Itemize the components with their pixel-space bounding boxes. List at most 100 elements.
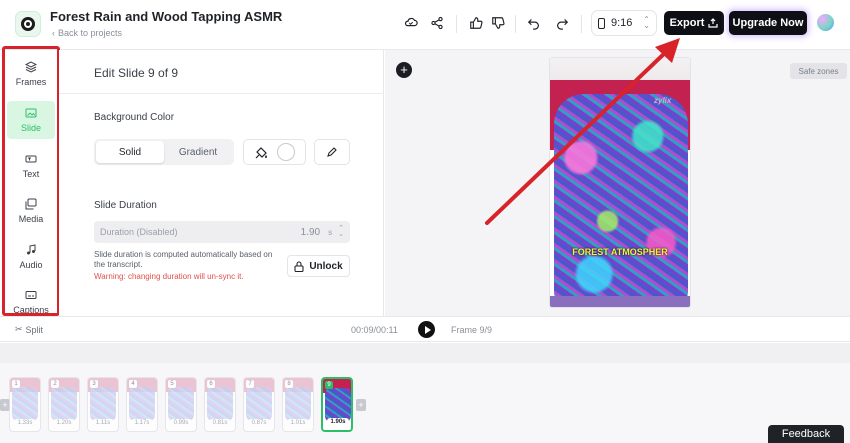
thumb-number: 5 (168, 380, 176, 388)
duration-input[interactable]: Duration (Disabled) 1.90 s ⌃ ⌄ (94, 221, 350, 243)
back-to-projects-link[interactable]: ‹ Back to projects (52, 28, 122, 38)
eyedropper-button[interactable] (314, 139, 350, 165)
color-swatch (276, 143, 295, 161)
thumb-number: 6 (207, 380, 215, 388)
play-button[interactable] (418, 321, 435, 338)
background-color-label: Background Color (94, 112, 175, 123)
add-slide-after-button[interactable]: + (356, 399, 366, 411)
share-icon[interactable] (428, 14, 446, 32)
thumb-duration: 1.33s (14, 419, 36, 428)
safe-zones-toggle[interactable]: Safe zones (790, 63, 847, 79)
thumbs-down-icon[interactable] (489, 14, 507, 32)
export-label: Export (669, 17, 705, 29)
thumbs-up-icon[interactable] (467, 14, 485, 32)
top-header: Forest Rain and Wood Tapping ASMR ‹ Back… (0, 0, 850, 50)
timeline-thumb-active[interactable]: 9 1.90s (321, 377, 353, 432)
rail-item-label: Slide (20, 123, 41, 133)
undo-icon[interactable] (525, 14, 543, 32)
thumb-number: 7 (246, 380, 254, 388)
thumb-number: 3 (90, 380, 98, 388)
app-logo[interactable] (15, 11, 41, 37)
timeline-thumb[interactable]: 7 0.87s (243, 377, 275, 432)
unlock-button[interactable]: Unlock (287, 255, 350, 277)
back-link-label: Back to projects (58, 28, 123, 38)
thumb-duration: 1.11s (92, 419, 114, 428)
unlock-label: Unlock (309, 260, 343, 272)
user-avatar[interactable] (817, 14, 834, 31)
thumb-duration: 1.17s (131, 419, 153, 428)
chevron-left-icon: ‹ (52, 28, 55, 38)
edit-slide-panel: Edit Slide 9 of 9 Background Color Solid… (59, 50, 384, 316)
playback-time: 00:09/00:11 (351, 325, 398, 335)
eyedropper-icon (327, 147, 337, 157)
rail-item-label: Text (22, 169, 40, 179)
slide-canvas: + Safe zones zylix FOREST ATMOSPHER (385, 50, 850, 316)
split-button[interactable]: ✂ Split (15, 324, 43, 335)
thumb-number: 9 (325, 381, 333, 389)
rail-item-frames[interactable]: Frames (7, 55, 55, 93)
timeline-thumb[interactable]: 2 1.20s (48, 377, 80, 432)
panel-header: Edit Slide 9 of 9 (59, 50, 384, 94)
timeline-thumb[interactable]: 1 1.33s (9, 377, 41, 432)
rail-item-media[interactable]: Media (7, 192, 55, 230)
thumb-duration: 0.81s (209, 419, 231, 428)
thumb-duration: 0.99s (170, 419, 192, 428)
feedback-button[interactable]: Feedback (768, 425, 844, 443)
chevron-updown-icon: ⌃ ⌄ (643, 15, 650, 30)
timeline-thumb[interactable]: 4 1.17s (126, 377, 158, 432)
rail-item-label: Captions (13, 305, 49, 315)
aspect-ratio-select[interactable]: 9:16 ⌃ ⌄ (591, 10, 657, 36)
paint-bucket-icon (255, 146, 267, 158)
rail-item-slide[interactable]: Slide (7, 101, 55, 139)
slide-preview[interactable]: zylix FOREST ATMOSPHER (549, 57, 691, 308)
thumb-number: 2 (51, 380, 59, 388)
upgrade-now-button[interactable]: Upgrade Now (729, 11, 807, 35)
timeline-thumb[interactable]: 8 1.01s (282, 377, 314, 432)
thumb-number: 4 (129, 380, 137, 388)
lock-icon (294, 260, 304, 272)
slide-watermark: zylix (654, 96, 672, 105)
header-divider (515, 15, 516, 33)
thumb-duration: 1.90s (327, 418, 349, 427)
thumb-number: 1 (12, 380, 20, 388)
timeline-thumb[interactable]: 6 0.81s (204, 377, 236, 432)
slide-image (554, 94, 688, 306)
rail-item-label: Audio (19, 260, 43, 270)
cloud-sync-icon[interactable] (402, 14, 420, 32)
project-title[interactable]: Forest Rain and Wood Tapping ASMR (50, 9, 282, 24)
slide-caption[interactable]: FOREST ATMOSPHER (550, 247, 690, 257)
captions-icon (25, 291, 37, 299)
export-button[interactable]: Export (664, 11, 724, 35)
rail-item-text[interactable]: Text (7, 147, 55, 185)
scissors-icon: ✂ (15, 324, 23, 334)
header-divider (456, 15, 457, 33)
panel-title: Edit Slide 9 of 9 (94, 66, 179, 80)
timeline-scrub-track[interactable] (0, 343, 850, 363)
playback-bar: ✂ Split 00:09/00:11 Frame 9/9 (0, 316, 850, 342)
upload-icon (708, 18, 719, 28)
aspect-ratio-value: 9:16 (611, 17, 633, 29)
timeline-thumb[interactable]: 3 1.11s (87, 377, 119, 432)
duration-placeholder: Duration (Disabled) (100, 227, 178, 237)
timeline-thumb[interactable]: 5 0.99s (165, 377, 197, 432)
slide-bottom-band (550, 296, 690, 307)
layers-icon (25, 61, 37, 73)
add-element-button[interactable]: + (396, 62, 412, 78)
gradient-option[interactable]: Gradient (164, 141, 232, 163)
stepper-icon[interactable]: ⌃ ⌄ (338, 225, 344, 238)
rail-item-label: Frames (15, 77, 47, 87)
thumb-duration: 1.01s (287, 419, 309, 428)
slide-duration-label: Slide Duration (94, 200, 157, 211)
rail-item-label: Media (18, 214, 44, 224)
solid-option[interactable]: Solid (96, 141, 164, 163)
media-icon (25, 198, 37, 210)
text-icon (25, 155, 37, 163)
duration-value: 1.90 (300, 226, 321, 238)
music-icon (27, 244, 36, 255)
color-picker-button[interactable] (243, 139, 306, 165)
slide-icon (25, 108, 37, 118)
thumb-duration: 0.87s (248, 419, 270, 428)
redo-icon[interactable] (553, 14, 571, 32)
rail-item-audio[interactable]: Audio (7, 238, 55, 276)
fill-type-toggle: Solid Gradient (94, 139, 234, 165)
